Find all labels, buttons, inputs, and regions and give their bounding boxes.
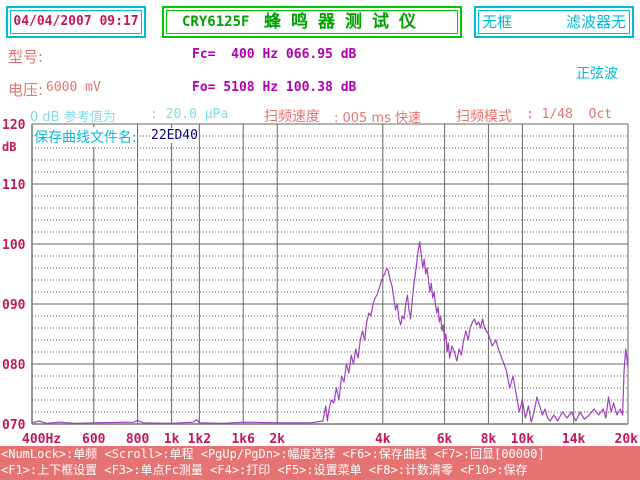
chart-axes (31, 124, 628, 425)
y-tick-label: 120 (2, 118, 26, 133)
x-tick-label: 2k (269, 432, 285, 446)
chart-grid (31, 123, 629, 425)
x-tick-label: 600 (82, 432, 106, 446)
y-tick-label: 100 (2, 238, 26, 253)
x-tick-label: 1k6 (231, 432, 255, 446)
x-tick-label: 10k (511, 432, 535, 446)
x-tick-label: 1k (164, 432, 180, 446)
x-tick-label: 20k (615, 432, 639, 446)
frequency-response-chart: 120 110 100 090 080 070 dB 400Hz 600 800 1k 1k2 1k6 2… (2, 118, 638, 446)
key-help-bar: <NumLock>:单频 <Scroll>:单程 <PgUp/PgDn>:幅度选… (0, 446, 640, 480)
y-tick-label: 080 (2, 358, 26, 373)
x-tick-label: 14k (562, 432, 586, 446)
chart-series (31, 241, 629, 424)
y-axis-unit: dB (2, 140, 16, 154)
x-tick-label: 4k (375, 432, 391, 446)
x-tick-label: 1k2 (188, 432, 211, 446)
y-tick-label: 070 (2, 418, 26, 433)
save-curve-filename: 22ED40 (151, 128, 198, 143)
x-tick-label: 6k (437, 432, 453, 446)
key-help-line-1: <NumLock>:单频 <Scroll>:单程 <PgUp/PgDn>:幅度选… (1, 447, 545, 461)
y-tick-label: 110 (2, 178, 26, 193)
x-tick-label: 400Hz (22, 432, 61, 446)
x-tick-label: 8k (481, 432, 497, 446)
y-tick-label: 090 (2, 298, 26, 313)
key-help-line-2: <F1>:上下框设置 <F3>:单点Fc测量 <F4>:打印 <F5>:设置菜单… (1, 463, 528, 477)
response-curve (31, 241, 629, 424)
save-curve-label: 保存曲线文件名: (34, 127, 137, 147)
chart-tick-labels: 120 110 100 090 080 070 dB 400Hz 600 800 1k 1k2 1k6 2… (2, 118, 638, 446)
x-tick-label: 800 (126, 432, 150, 446)
